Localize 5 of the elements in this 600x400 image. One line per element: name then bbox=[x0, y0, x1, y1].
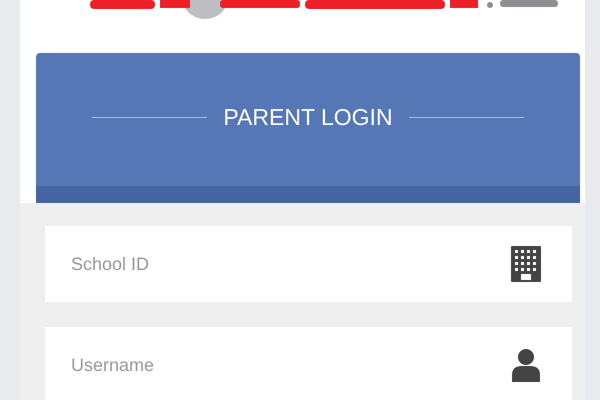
header-title: PARENT LOGIN bbox=[223, 103, 393, 132]
input-field[interactable]: School ID bbox=[45, 226, 572, 302]
user-icon bbox=[510, 348, 542, 382]
building-icon bbox=[510, 245, 542, 283]
input-field[interactable]: Username bbox=[45, 327, 572, 400]
